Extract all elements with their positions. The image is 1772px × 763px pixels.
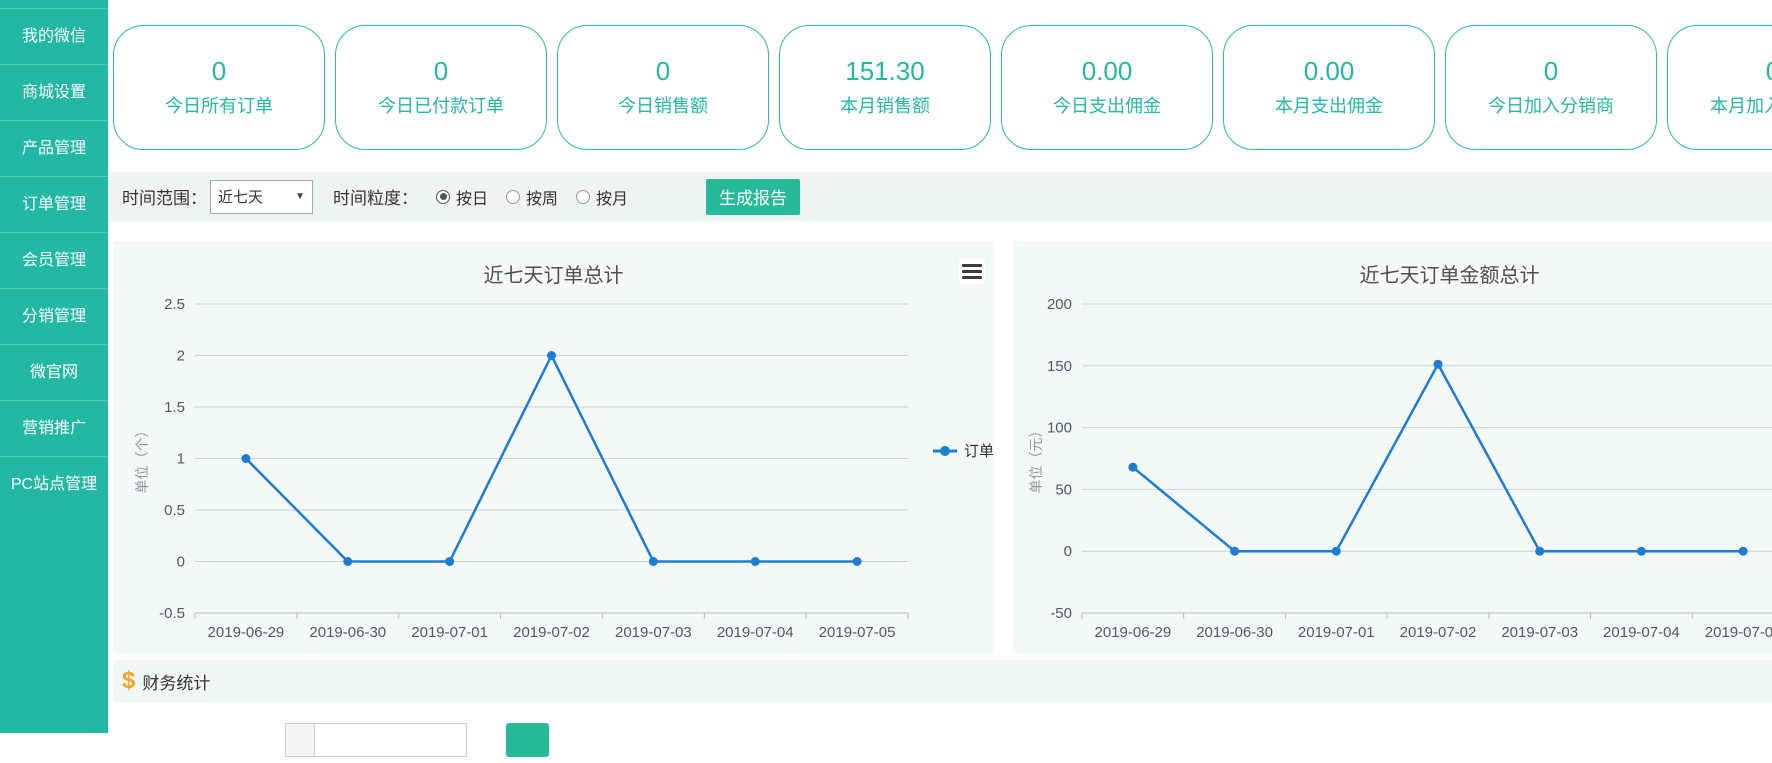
svg-text:2019-07-02: 2019-07-02 (513, 624, 590, 641)
stat-card: 0.00 今日支出佣金 (1001, 25, 1213, 150)
granularity-radio-0[interactable]: 按日 (436, 185, 488, 209)
svg-text:0.5: 0.5 (164, 502, 185, 519)
chevron-down-icon: ▼ (295, 191, 305, 202)
stat-card: 0 今日已付款订单 (335, 25, 547, 150)
svg-text:2019-07-01: 2019-07-01 (411, 624, 488, 641)
order-amount-line-chart: 200 150 100 50 0 -50 2019-06-29 2019-06-30 2019-… (1013, 241, 1772, 653)
svg-text:2019-07-03: 2019-07-03 (615, 624, 692, 641)
svg-text:2019-07-03: 2019-07-03 (1501, 624, 1578, 641)
finance-filter-row (0, 723, 1772, 763)
stat-label: 今日所有订单 (114, 95, 324, 117)
stat-cards: 0 今日所有订单 0 今日已付款订单 0 今日销售额 151.30 本月销售额 0.00 今日支出… (113, 25, 1772, 150)
stat-label: 本月支出佣金 (1224, 95, 1434, 117)
svg-text:2019-06-30: 2019-06-30 (309, 624, 386, 641)
granularity-radio-1[interactable]: 按周 (506, 185, 558, 209)
svg-text:-50: -50 (1050, 605, 1072, 622)
stat-label: 今日加入分销商 (1446, 95, 1656, 117)
stat-value: 0 (1668, 56, 1772, 86)
stat-label: 今日支出佣金 (1002, 95, 1212, 117)
stat-card: 0 本月加入分销商 (1667, 25, 1772, 150)
svg-text:0: 0 (177, 554, 185, 571)
date-range-input[interactable] (314, 723, 467, 757)
svg-text:2019-07-05: 2019-07-05 (819, 624, 896, 641)
stat-label: 今日销售额 (558, 95, 768, 117)
svg-text:订单: 订单 (964, 443, 994, 460)
stat-value: 0 (1446, 56, 1656, 86)
order-amount-chart-panel: 近七天订单金额总计 200150100500-502019-06-292019-… (1013, 241, 1772, 653)
svg-text:2019-06-29: 2019-06-29 (208, 624, 285, 641)
sidebar-item-6[interactable]: 微官网 (0, 344, 108, 400)
svg-text:100: 100 (1047, 420, 1072, 437)
svg-text:2019-07-05: 2019-07-05 (1705, 624, 1772, 641)
stat-card: 0 今日加入分销商 (1445, 25, 1657, 150)
stat-value: 151.30 (780, 56, 990, 86)
svg-text:单位（个）: 单位（个） (134, 424, 150, 494)
svg-text:2019-07-04: 2019-07-04 (1603, 624, 1680, 641)
sidebar-item-2[interactable]: 产品管理 (0, 120, 108, 176)
sidebar-item-4[interactable]: 会员管理 (0, 232, 108, 288)
filter-bar: 时间范围： 近七天 ▼ 时间粒度： 按日 按周 按月 生成报告 (108, 172, 1772, 221)
sidebar-item-7[interactable]: 营销推广 (0, 400, 108, 456)
orders-chart-panel: 近七天订单总计 2.521.510.50-0.52019-06-292019-0… (113, 241, 994, 653)
time-range-label: 时间范围： (122, 184, 207, 209)
radio-selected-icon[interactable] (436, 190, 450, 204)
svg-text:2.5: 2.5 (164, 296, 185, 313)
finance-search-button[interactable] (506, 723, 549, 757)
sidebar-item-5[interactable]: 分销管理 (0, 288, 108, 344)
stat-value: 0.00 (1002, 56, 1212, 86)
time-range-value: 近七天 (218, 186, 263, 207)
svg-text:0: 0 (1064, 543, 1072, 560)
svg-text:2019-06-29: 2019-06-29 (1094, 624, 1171, 641)
svg-text:1: 1 (177, 451, 185, 468)
stat-card: 0.00 本月支出佣金 (1223, 25, 1435, 150)
stat-label: 今日已付款订单 (336, 95, 546, 117)
sidebar-item-8[interactable]: PC站点管理 (0, 456, 108, 512)
orders-line-chart: 2.5 2 1.5 1 0.5 0 -0.5 2019-06-29 2019-06-30 2019… (113, 241, 994, 653)
stat-card: 0 今日销售额 (557, 25, 769, 150)
sidebar: 我的微信商城设置产品管理订单管理会员管理分销管理微官网营销推广PC站点管理 (0, 0, 108, 733)
stat-card: 151.30 本月销售额 (779, 25, 991, 150)
stat-value: 0.00 (1224, 56, 1434, 86)
granularity-radio-2[interactable]: 按月 (576, 185, 628, 209)
dollar-icon: $ (122, 669, 135, 693)
svg-text:150: 150 (1047, 358, 1072, 375)
sidebar-item-3[interactable]: 订单管理 (0, 176, 108, 232)
svg-text:2019-07-04: 2019-07-04 (717, 624, 794, 641)
stat-value: 0 (114, 56, 324, 86)
stat-value: 0 (336, 56, 546, 86)
svg-text:200: 200 (1047, 296, 1072, 313)
stat-value: 0 (558, 56, 768, 86)
svg-text:2019-07-02: 2019-07-02 (1400, 624, 1477, 641)
generate-report-button[interactable]: 生成报告 (706, 179, 800, 215)
svg-text:-0.5: -0.5 (159, 605, 185, 622)
radio-label: 按日 (456, 185, 488, 209)
radio-label: 按月 (596, 185, 628, 209)
radio-label: 按周 (526, 185, 558, 209)
radio-unselected-icon[interactable] (506, 190, 520, 204)
sidebar-item-1[interactable]: 商城设置 (0, 64, 108, 120)
stat-label: 本月销售额 (780, 95, 990, 117)
svg-text:单位（元）: 单位（元） (1028, 424, 1044, 494)
svg-text:2019-06-30: 2019-06-30 (1196, 624, 1273, 641)
time-range-select[interactable]: 近七天 ▼ (210, 180, 313, 214)
stat-label: 本月加入分销商 (1668, 95, 1772, 117)
finance-section-header: $ 财务统计 (113, 660, 1772, 702)
svg-text:2019-07-01: 2019-07-01 (1298, 624, 1375, 641)
granularity-label: 时间粒度： (333, 184, 418, 209)
svg-text:2: 2 (177, 348, 185, 365)
svg-text:50: 50 (1055, 481, 1072, 498)
stat-card: 0 今日所有订单 (113, 25, 325, 150)
finance-section-title: 财务统计 (142, 669, 210, 694)
granularity-radio-group: 按日 按周 按月 (418, 185, 628, 209)
sidebar-item-0[interactable]: 我的微信 (0, 8, 108, 64)
svg-text:1.5: 1.5 (164, 399, 185, 416)
radio-unselected-icon[interactable] (576, 190, 590, 204)
date-input-addon (285, 723, 315, 757)
